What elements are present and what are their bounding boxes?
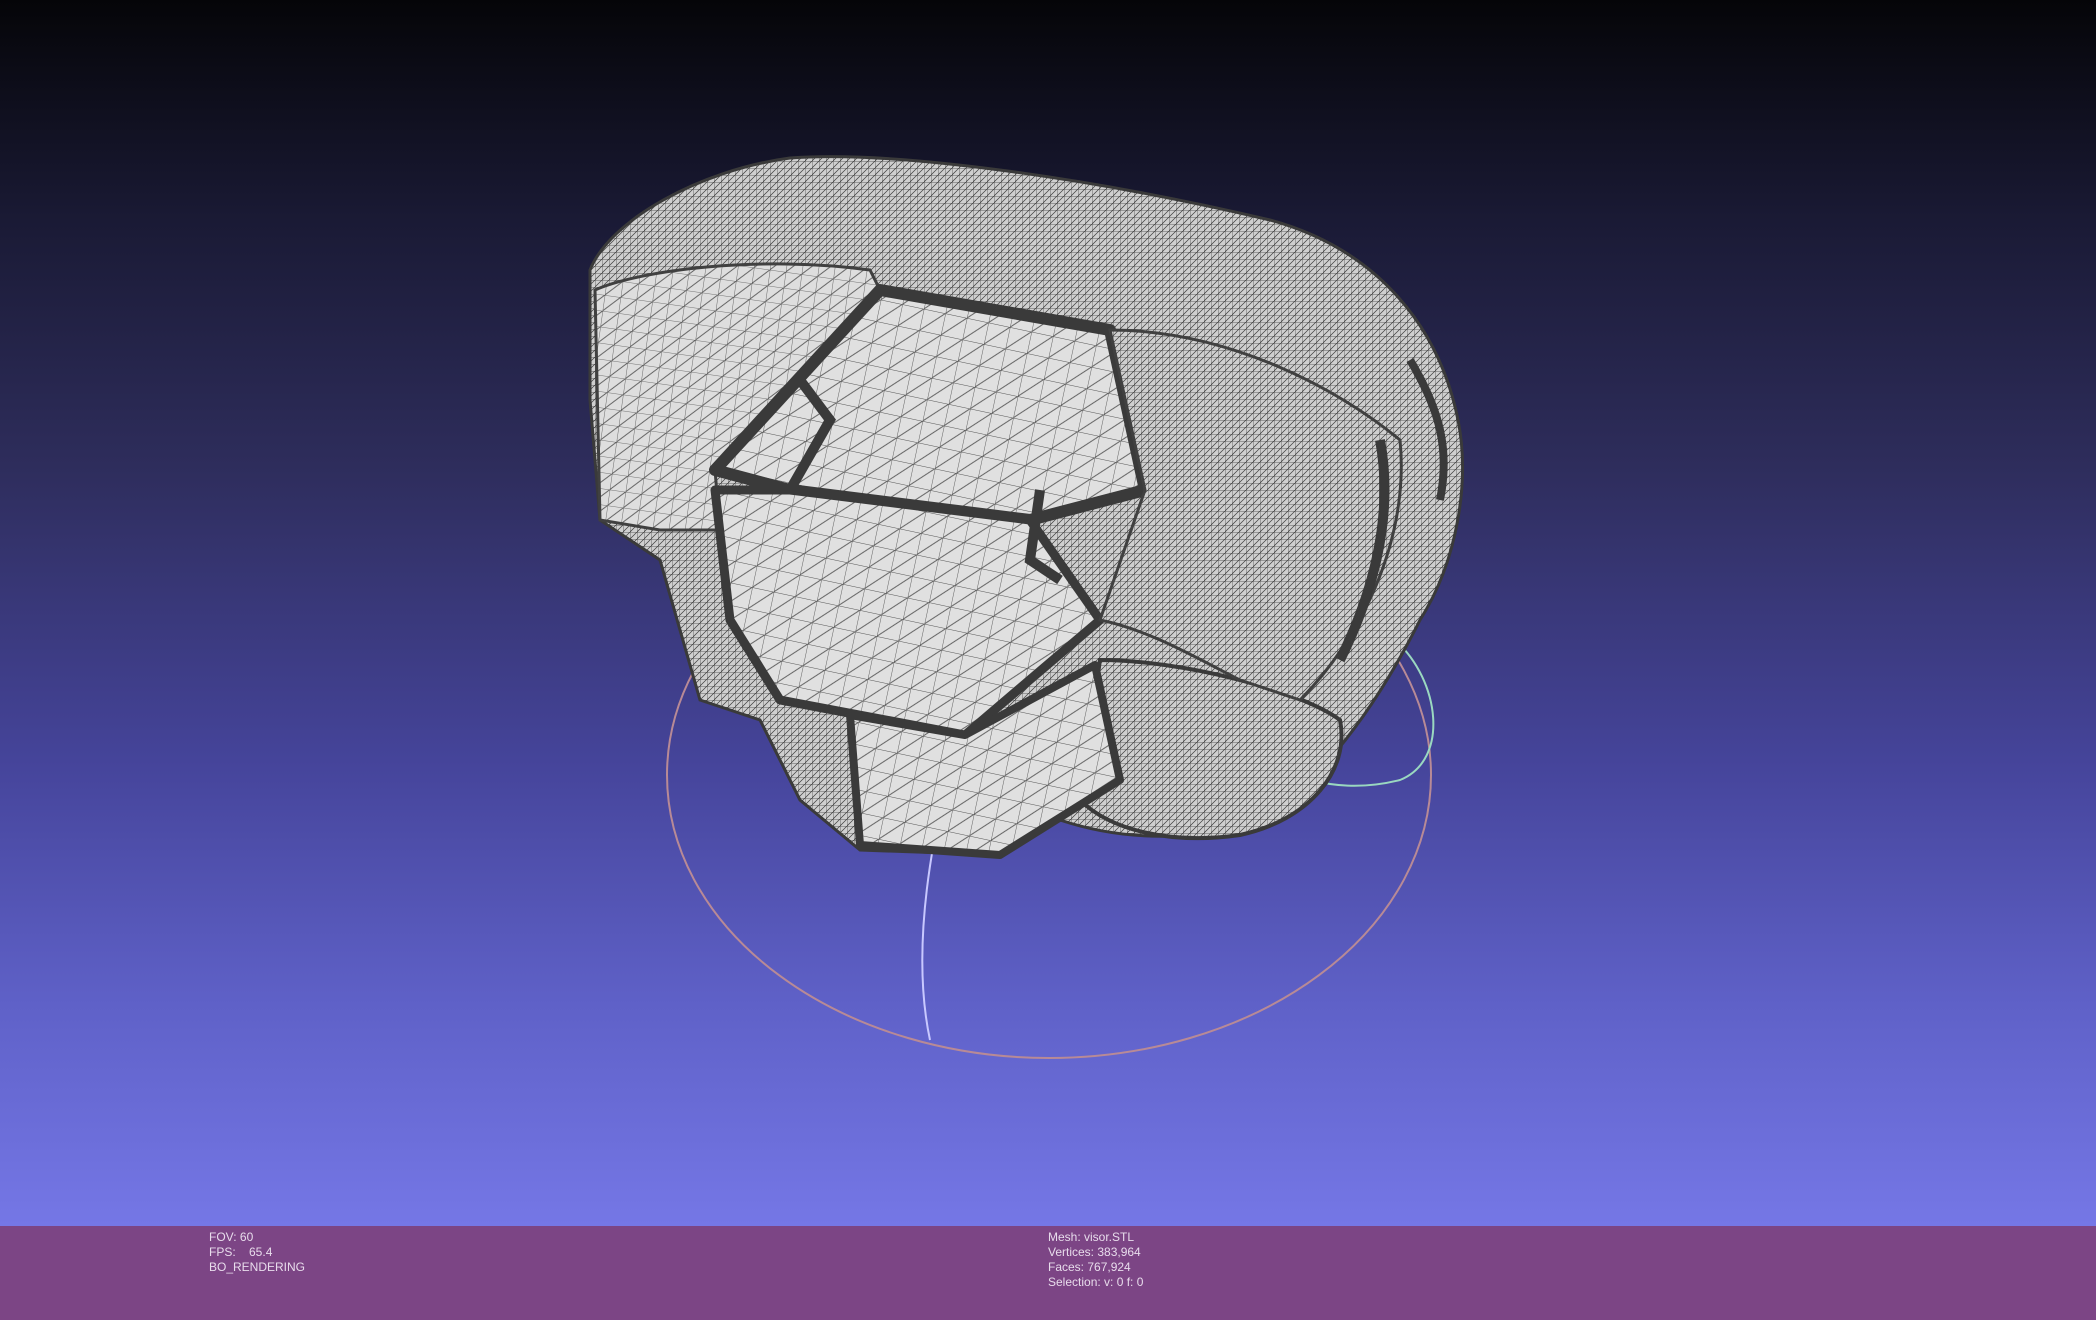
- mesh-info: Mesh: visor.STL Vertices: 383,964 Faces:…: [1048, 1230, 1143, 1290]
- info-bar: FOV: 60 FPS: 65.4 BO_RENDERING Mesh: vis…: [0, 1226, 2096, 1320]
- faces-label: Faces: 767,924: [1048, 1260, 1131, 1274]
- vertices-label: Vertices: 383,964: [1048, 1245, 1141, 1259]
- render-mode-label: BO_RENDERING: [209, 1260, 306, 1274]
- mesh-model[interactable]: [588, 155, 1464, 859]
- fov-label: FOV: 60: [209, 1230, 254, 1244]
- render-info: FOV: 60 FPS: 65.4 BO_RENDERING: [209, 1230, 305, 1275]
- mesh-name-label: Mesh: visor.STL: [1048, 1230, 1135, 1244]
- mesh-render: [588, 155, 1464, 1059]
- selection-label: Selection: v: 0 f: 0: [1048, 1275, 1144, 1289]
- fps-label: FPS: 65.4: [209, 1245, 273, 1259]
- 3d-viewport[interactable]: [0, 0, 2096, 1226]
